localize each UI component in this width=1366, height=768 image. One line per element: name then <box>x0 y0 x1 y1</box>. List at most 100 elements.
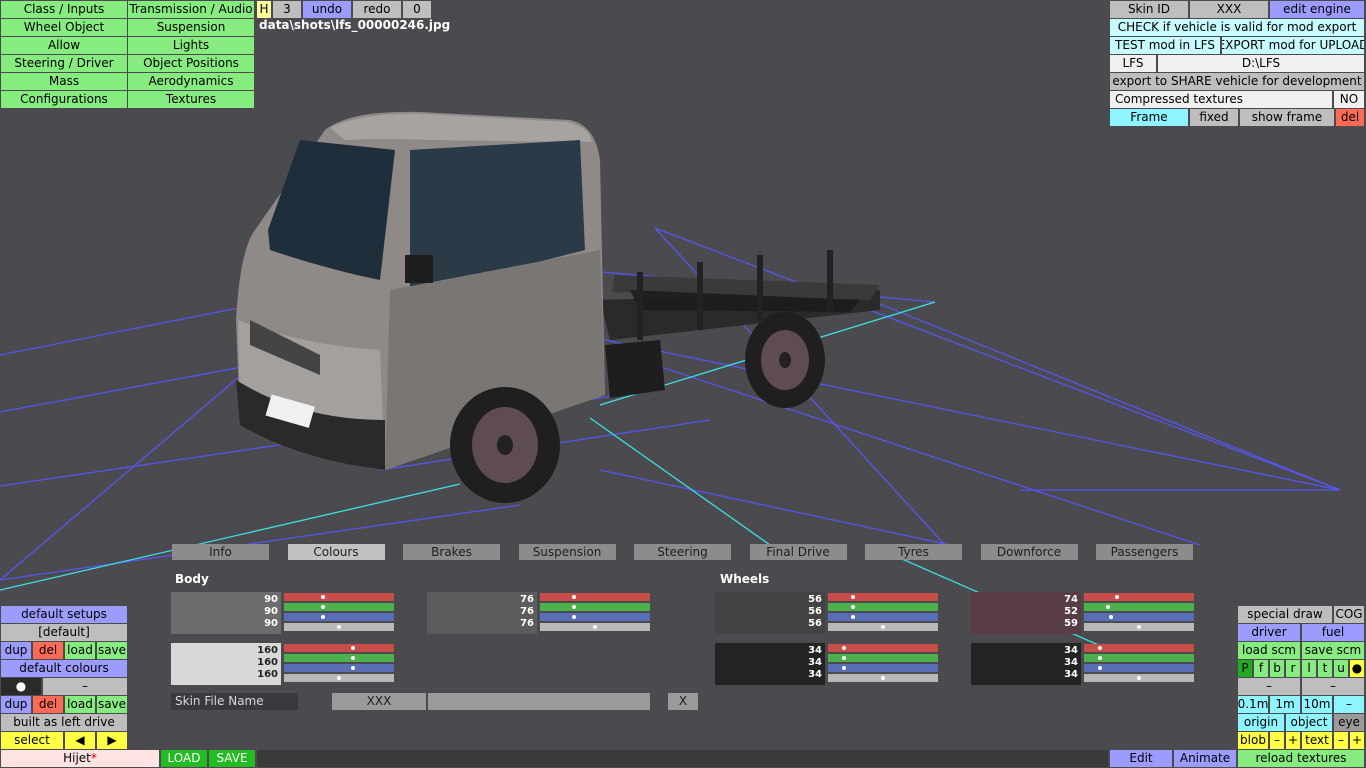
view-dot-button[interactable]: ● <box>1350 660 1364 677</box>
colour-slider-alpha[interactable] <box>284 623 394 631</box>
colour-slider-green[interactable] <box>1084 603 1194 611</box>
colour-slider-alpha[interactable] <box>284 674 394 682</box>
fixed-button[interactable]: fixed <box>1190 109 1238 126</box>
save-button[interactable]: SAVE <box>209 750 255 767</box>
menu-item-suspension[interactable]: Suspension <box>128 19 254 36</box>
tab-suspension[interactable]: Suspension <box>518 544 616 560</box>
slider-knob[interactable] <box>337 625 342 629</box>
slider-knob[interactable] <box>1137 625 1142 629</box>
skin-file-input[interactable] <box>428 693 650 710</box>
slider-knob[interactable] <box>571 605 576 609</box>
zero-button[interactable]: 0 <box>403 1 431 18</box>
edit-engine-button[interactable]: edit engine <box>1270 1 1364 18</box>
colour-slider-red[interactable] <box>284 593 394 601</box>
menu-item-wheel-object[interactable]: Wheel Object <box>1 19 127 36</box>
test-mod-button[interactable]: TEST mod in LFS <box>1110 37 1220 54</box>
setup-save-button[interactable]: save <box>97 642 127 659</box>
slider-knob[interactable] <box>571 615 576 619</box>
slider-knob[interactable] <box>1137 676 1142 680</box>
setup-load-button[interactable]: load <box>65 642 95 659</box>
slider-knob[interactable] <box>881 625 886 629</box>
origin-button[interactable]: origin <box>1238 714 1284 731</box>
skin-id-value[interactable]: XXX <box>1190 1 1268 18</box>
slider-knob[interactable] <box>321 595 326 599</box>
step-minus-button[interactable]: – <box>1334 696 1364 713</box>
slider-knob[interactable] <box>571 595 576 599</box>
slider-knob[interactable] <box>593 625 598 629</box>
animate-button[interactable]: Animate <box>1174 750 1236 767</box>
left-dash-button[interactable]: – <box>1238 678 1300 695</box>
colour-slider-red[interactable] <box>284 644 394 652</box>
skin-file-clear-button[interactable]: X <box>668 693 698 710</box>
colour-swatch[interactable]: 34 34 34 <box>971 643 1081 685</box>
colour-slider-green[interactable] <box>1084 654 1194 662</box>
select-next-button[interactable]: ▶ <box>97 732 127 749</box>
text-minus-button[interactable]: – <box>1334 732 1348 749</box>
tab-tyres[interactable]: Tyres <box>865 544 962 560</box>
tab-steering[interactable]: Steering <box>634 544 731 560</box>
colour-slider-blue[interactable] <box>284 664 394 672</box>
blob-button[interactable]: blob <box>1238 732 1268 749</box>
lfs-path[interactable]: D:\LFS <box>1158 55 1364 72</box>
colour-slider-green[interactable] <box>284 603 394 611</box>
colour-swatch[interactable]: 74 52 59 <box>971 592 1081 634</box>
save-scm-button[interactable]: save scm <box>1302 642 1364 659</box>
colour-slider-green[interactable] <box>284 654 394 662</box>
slider-knob[interactable] <box>881 676 886 680</box>
colour-swatch[interactable]: 90 90 90 <box>171 592 281 634</box>
colour-slider-blue[interactable] <box>1084 664 1194 672</box>
colour-slider-red[interactable] <box>540 593 650 601</box>
view-letter-b[interactable]: b <box>1270 660 1284 677</box>
view-letter-u[interactable]: u <box>1334 660 1348 677</box>
colour-dup-button[interactable]: dup <box>1 696 31 713</box>
slider-knob[interactable] <box>851 605 856 609</box>
tab-colours[interactable]: Colours <box>287 544 385 560</box>
export-share-button[interactable]: export to SHARE vehicle for development <box>1110 73 1364 90</box>
show-frame-button[interactable]: show frame <box>1240 109 1334 126</box>
check-vehicle-button[interactable]: CHECK if vehicle is valid for mod export <box>1110 19 1364 36</box>
fuel-button[interactable]: fuel <box>1302 624 1364 641</box>
colour-slider-alpha[interactable] <box>1084 623 1194 631</box>
default-setup-item[interactable]: [default] <box>1 624 127 641</box>
slider-knob[interactable] <box>350 646 355 650</box>
step-01m-button[interactable]: 0.1m <box>1238 696 1268 713</box>
colour-swatch[interactable]: 76 76 76 <box>427 592 537 634</box>
colour-slider-red[interactable] <box>828 593 938 601</box>
menu-item-class-inputs[interactable]: Class / Inputs <box>1 1 127 18</box>
slider-knob[interactable] <box>851 595 856 599</box>
blob-minus-button[interactable]: – <box>1270 732 1284 749</box>
menu-item-textures[interactable]: Textures <box>128 91 254 108</box>
slider-knob[interactable] <box>350 656 355 660</box>
text-button[interactable]: text <box>1302 732 1332 749</box>
slider-knob[interactable] <box>1098 656 1103 660</box>
colour-slider-blue[interactable] <box>284 613 394 621</box>
menu-item-object-positions[interactable]: Object Positions <box>128 55 254 72</box>
built-left-drive-toggle[interactable]: built as left drive <box>1 714 127 731</box>
menu-item-allow[interactable]: Allow <box>1 37 127 54</box>
slider-knob[interactable] <box>321 615 326 619</box>
colour-load-button[interactable]: load <box>65 696 95 713</box>
tab-info[interactable]: Info <box>172 544 269 560</box>
slider-knob[interactable] <box>1105 605 1110 609</box>
colour-dot-button[interactable]: ● <box>1 678 41 695</box>
step-10m-button[interactable]: 10m <box>1302 696 1332 713</box>
view-letter-P[interactable]: P <box>1238 660 1252 677</box>
tab-passengers[interactable]: Passengers <box>1096 544 1193 560</box>
view-letter-l[interactable]: l <box>1302 660 1316 677</box>
setup-del-button[interactable]: del <box>33 642 63 659</box>
slider-knob[interactable] <box>1108 615 1113 619</box>
h-button[interactable]: H <box>257 1 271 18</box>
colour-slider-blue[interactable] <box>540 613 650 621</box>
slider-knob[interactable] <box>1098 666 1103 670</box>
colour-swatch[interactable]: 34 34 34 <box>715 643 825 685</box>
colour-slider-red[interactable] <box>828 644 938 652</box>
default-setups-button[interactable]: default setups <box>1 606 127 623</box>
slider-knob[interactable] <box>337 676 342 680</box>
colour-slider-alpha[interactable] <box>540 623 650 631</box>
object-button[interactable]: object <box>1286 714 1332 731</box>
menu-item-configurations[interactable]: Configurations <box>1 91 127 108</box>
colour-slider-alpha[interactable] <box>828 623 938 631</box>
text-plus-button[interactable]: + <box>1350 732 1364 749</box>
step-1m-button[interactable]: 1m <box>1270 696 1300 713</box>
menu-item-steering-driver[interactable]: Steering / Driver <box>1 55 127 72</box>
